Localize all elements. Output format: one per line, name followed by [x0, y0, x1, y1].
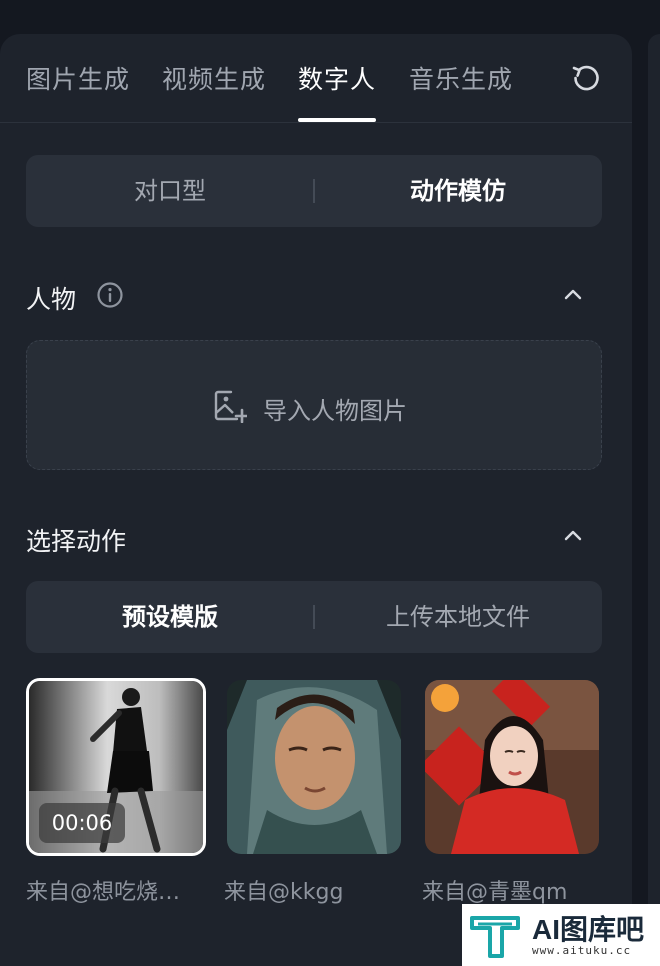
- upload-local-file-option[interactable]: 上传本地文件: [314, 581, 602, 653]
- motion-mimic-option[interactable]: 动作模仿: [314, 155, 602, 227]
- action-section-title: 选择动作: [26, 527, 127, 556]
- template-card-selected[interactable]: 00:06: [26, 678, 206, 856]
- aituku-logo-icon: [470, 916, 520, 958]
- tab-image-generation[interactable]: 图片生成: [26, 60, 130, 96]
- digital-human-panel: 图片生成 视频生成 数字人 音乐生成 对口型 动作模仿 人物 导入人物图片 选择…: [0, 34, 632, 966]
- template-card[interactable]: [227, 680, 401, 854]
- watermark-title: AI图库吧: [532, 914, 645, 945]
- hooded-man-thumbnail-image: [227, 680, 401, 854]
- preset-template-option[interactable]: 预设模版: [26, 581, 314, 653]
- info-icon[interactable]: [96, 281, 124, 309]
- active-tab-indicator: [298, 118, 376, 122]
- chevron-up-icon[interactable]: [562, 284, 584, 306]
- template-author-caption: 来自@kkgg: [224, 880, 344, 905]
- tab-music-generation[interactable]: 音乐生成: [409, 60, 513, 96]
- video-duration-badge: 00:06: [39, 803, 125, 843]
- person-section-title: 人物: [26, 285, 77, 314]
- red-sweater-woman-thumbnail-image: [425, 680, 599, 854]
- import-person-label: 导入人物图片: [263, 397, 407, 425]
- template-author-caption: 来自@青墨qm: [422, 880, 568, 905]
- mode-segment-control: 对口型 动作模仿: [26, 155, 602, 227]
- action-source-segment: 预设模版 上传本地文件: [26, 581, 602, 653]
- tab-digital-human[interactable]: 数字人: [298, 60, 376, 96]
- template-card[interactable]: [425, 680, 599, 854]
- lip-sync-option[interactable]: 对口型: [26, 155, 314, 227]
- adjacent-panel-edge: [648, 34, 660, 966]
- image-add-icon: [214, 390, 247, 423]
- tab-bar: 图片生成 视频生成 数字人 音乐生成: [0, 34, 632, 123]
- import-person-image-dropzone[interactable]: 导入人物图片: [26, 340, 602, 470]
- site-watermark: AI图库吧 www.aituku.cc: [462, 904, 660, 966]
- chevron-up-icon[interactable]: [562, 525, 584, 547]
- refresh-icon[interactable]: [570, 62, 602, 94]
- watermark-url: www.aituku.cc: [532, 944, 632, 957]
- app-page: 图片生成 视频生成 数字人 音乐生成 对口型 动作模仿 人物 导入人物图片 选择…: [0, 0, 660, 966]
- tab-video-generation[interactable]: 视频生成: [162, 60, 266, 96]
- template-author-caption: 来自@想吃烧…: [26, 880, 181, 905]
